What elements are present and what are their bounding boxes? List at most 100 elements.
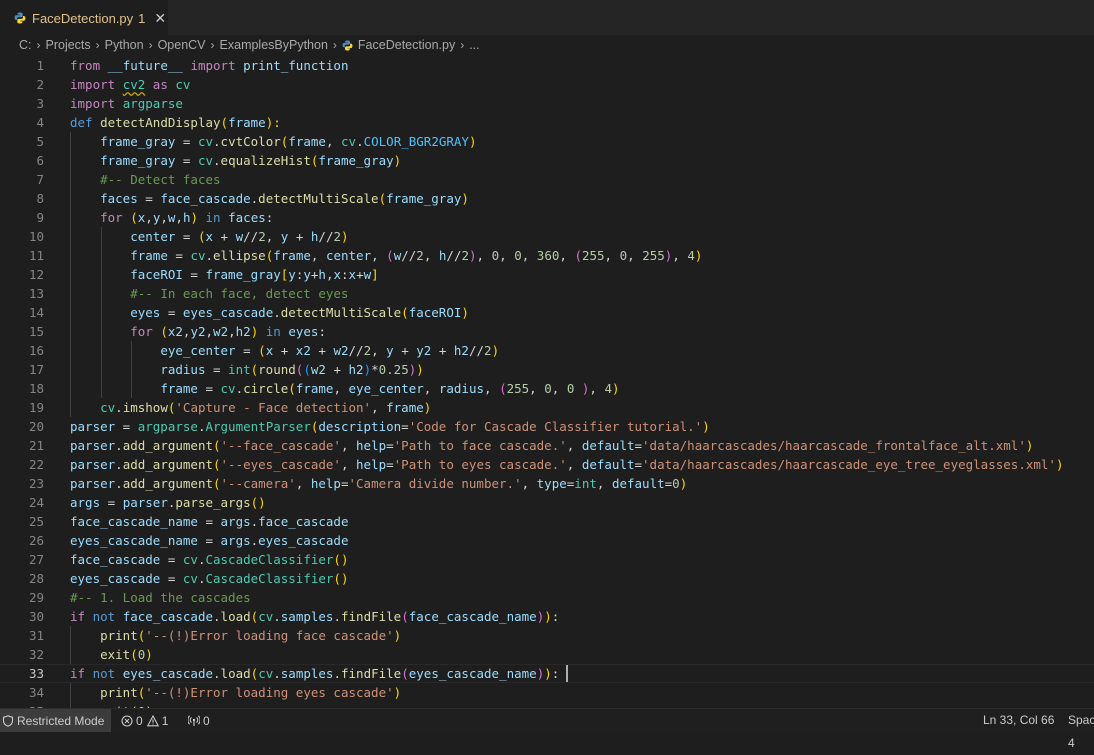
code-token: = bbox=[205, 362, 229, 377]
code-token: y bbox=[288, 267, 296, 282]
code-line[interactable]: 25 face_cascade_name = args.face_cascade bbox=[0, 512, 1094, 531]
code-line[interactable]: 24 args = parser.parse_args() bbox=[0, 493, 1094, 512]
code-token: = bbox=[634, 438, 643, 453]
code-token: cv bbox=[258, 609, 274, 624]
code-token: 0 bbox=[491, 248, 500, 263]
code-line[interactable]: 20 parser = argparse.ArgumentParser(descr… bbox=[0, 417, 1094, 436]
indent-guide bbox=[70, 303, 71, 322]
line-number: 26 bbox=[28, 533, 44, 548]
line-number: 9 bbox=[36, 210, 44, 225]
code-line[interactable]: 4 def detectAndDisplay(frame): bbox=[0, 113, 1094, 132]
code-text: def detectAndDisplay(frame): bbox=[70, 113, 281, 132]
code-token: + bbox=[213, 229, 236, 244]
code-text: parser.add_argument('--camera', help='Ca… bbox=[70, 474, 687, 493]
code-line[interactable]: 1 from __future__ import print_function bbox=[0, 56, 1094, 75]
code-line[interactable]: 10 center = (x + w//2, y + h//2) bbox=[0, 227, 1094, 246]
line-number: 17 bbox=[28, 362, 44, 377]
line-number: 19 bbox=[28, 400, 44, 415]
code-token: // bbox=[243, 229, 259, 244]
code-line[interactable]: 28 eyes_cascade = cv.CascadeClassifier() bbox=[0, 569, 1094, 588]
line-number: 2 bbox=[36, 77, 44, 92]
restricted-mode-indicator[interactable]: Restricted Mode bbox=[0, 709, 111, 732]
code-token: , bbox=[340, 438, 357, 453]
problems-indicator[interactable]: 0 1 bbox=[121, 709, 168, 732]
breadcrumb-item[interactable]: ... bbox=[469, 38, 479, 52]
code-token: frame bbox=[273, 248, 311, 263]
code-token: = bbox=[175, 229, 198, 244]
code-token: ( bbox=[213, 438, 221, 453]
code-line[interactable]: 8 faces = face_cascade.detectMultiScale(… bbox=[0, 189, 1094, 208]
code-token: ) bbox=[393, 628, 402, 643]
code-token: = bbox=[197, 514, 221, 529]
breadcrumb-item[interactable]: OpenCV bbox=[158, 38, 206, 52]
code-line[interactable]: 6 frame_gray = cv.equalizeHist(frame_gra… bbox=[0, 151, 1094, 170]
code-line[interactable]: 17 radius = int(round((w2 + h2)*0.25)) bbox=[0, 360, 1094, 379]
code-token: ) bbox=[544, 666, 552, 681]
code-line[interactable]: 15 for (x2,y2,w2,h2) in eyes: bbox=[0, 322, 1094, 341]
breadcrumb-item[interactable]: ExamplesByPython bbox=[220, 38, 328, 52]
code-line[interactable]: 23 parser.add_argument('--camera', help='… bbox=[0, 474, 1094, 493]
code-line[interactable]: 30 if not face_cascade.load(cv.samples.fi… bbox=[0, 607, 1094, 626]
code-token: . bbox=[333, 609, 341, 624]
code-line[interactable]: 14 eyes = eyes_cascade.detectMultiScale(… bbox=[0, 303, 1094, 322]
code-token: ) bbox=[1025, 438, 1034, 453]
code-line[interactable]: 11 frame = cv.ellipse(frame, center, (w/… bbox=[0, 246, 1094, 265]
indent-guide bbox=[70, 265, 71, 284]
code-editor[interactable]: 1 from __future__ import print_function 2 i… bbox=[0, 56, 1094, 708]
code-token: 0 bbox=[672, 476, 680, 491]
indent-guide bbox=[70, 360, 71, 379]
code-line[interactable]: 3 import argparse bbox=[0, 94, 1094, 113]
indentation-setting[interactable]: Spaces: 4 bbox=[1068, 709, 1094, 750]
code-token: parser bbox=[70, 419, 116, 434]
code-line[interactable]: 5 frame_gray = cv.cvtColor(frame, cv.COL… bbox=[0, 132, 1094, 151]
cursor-position[interactable]: Ln 33, Col 66 bbox=[983, 709, 1054, 732]
code-token: eyes_cascade_name bbox=[408, 666, 537, 681]
code-token: + bbox=[310, 343, 334, 358]
code-line[interactable]: 27 face_cascade = cv.CascadeClassifier() bbox=[0, 550, 1094, 569]
code-line[interactable]: 29 #-- 1. Load the cascades bbox=[0, 588, 1094, 607]
code-line[interactable]: 22 parser.add_argument('--eyes_cascade', … bbox=[0, 455, 1094, 474]
code-token: cv bbox=[190, 248, 206, 263]
code-token: , bbox=[340, 457, 357, 472]
code-line[interactable]: 13 #-- In each face, detect eyes bbox=[0, 284, 1094, 303]
code-line[interactable]: 7 #-- Detect faces bbox=[0, 170, 1094, 189]
indent-guide bbox=[70, 151, 71, 170]
breadcrumb-item[interactable]: Projects bbox=[46, 38, 91, 52]
breadcrumb-item[interactable]: Python bbox=[105, 38, 144, 52]
code-line[interactable]: 33 if not eyes_cascade.load(cv.samples.fi… bbox=[0, 664, 1094, 683]
code-token: __future__ bbox=[107, 58, 183, 73]
code-token: default bbox=[581, 438, 635, 453]
code-token: if bbox=[70, 666, 86, 681]
code-line[interactable]: 34 print('--(!)Error loading eyes cascad… bbox=[0, 683, 1094, 702]
code-token: ) bbox=[491, 343, 500, 358]
code-line[interactable]: 18 frame = cv.circle(frame, eye_center, … bbox=[0, 379, 1094, 398]
code-line[interactable]: 12 faceROI = frame_gray[y:y+h,x:x+w] bbox=[0, 265, 1094, 284]
indent-guide bbox=[70, 683, 71, 702]
chevron-right-icon: › bbox=[460, 38, 465, 52]
code-token: = bbox=[386, 457, 394, 472]
editor-tab[interactable]: FaceDetection.py 1 ✕ bbox=[0, 0, 168, 35]
code-token: w bbox=[363, 267, 372, 282]
code-token: COLOR_BGR2GRAY bbox=[363, 134, 469, 149]
code-line[interactable]: 9 for (x,y,w,h) in faces: bbox=[0, 208, 1094, 227]
code-token: import bbox=[190, 58, 236, 73]
code-token: center bbox=[325, 248, 372, 263]
code-line[interactable]: 31 print('--(!)Error loading face cascad… bbox=[0, 626, 1094, 645]
code-line[interactable]: 32 exit(0) bbox=[0, 645, 1094, 664]
code-token: 'Path to eyes cascade.' bbox=[393, 457, 567, 472]
breadcrumb-item[interactable]: C: bbox=[19, 38, 32, 52]
code-line[interactable]: 26 eyes_cascade_name = args.eyes_cascade bbox=[0, 531, 1094, 550]
ports-indicator[interactable]: 0 bbox=[188, 709, 210, 732]
code-line[interactable]: 21 parser.add_argument('--face_cascade', … bbox=[0, 436, 1094, 455]
code-line[interactable]: 19 cv.imshow('Capture - Face detection',… bbox=[0, 398, 1094, 417]
code-token: samples bbox=[280, 609, 334, 624]
code-token: + bbox=[356, 267, 364, 282]
code-line[interactable]: 16 eye_center = (x + x2 + w2//2, y + y2 … bbox=[0, 341, 1094, 360]
breadcrumb-item[interactable]: FaceDetection.py bbox=[358, 38, 455, 52]
close-icon[interactable]: ✕ bbox=[154, 10, 166, 27]
code-line[interactable]: 2 import cv2 as cv bbox=[0, 75, 1094, 94]
